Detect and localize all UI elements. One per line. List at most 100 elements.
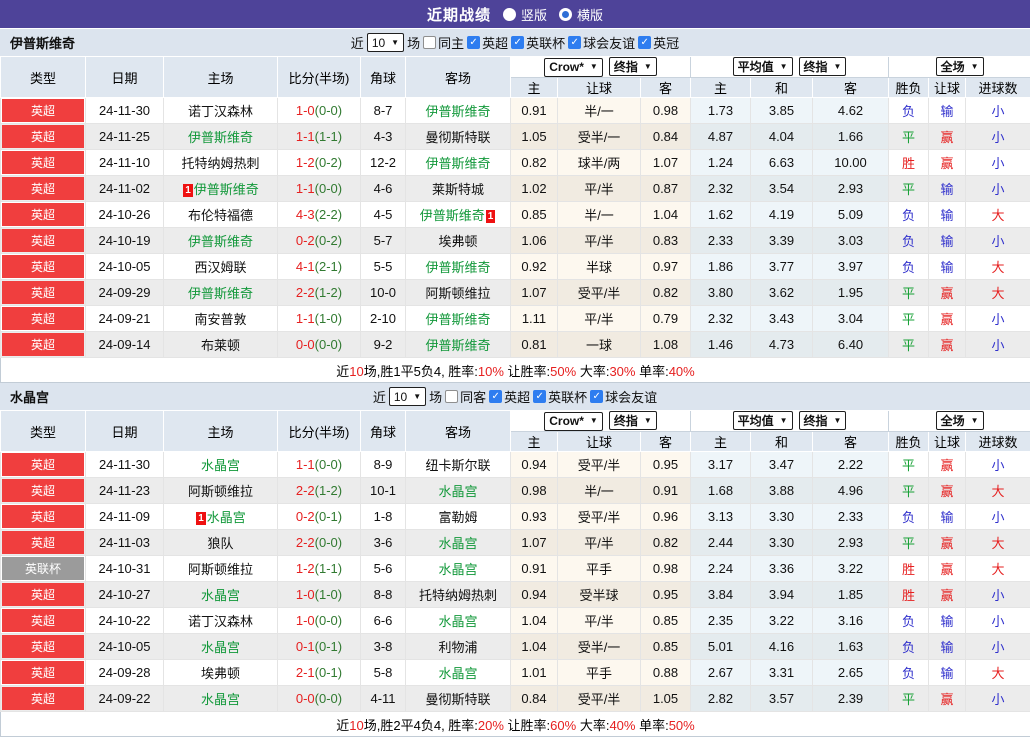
result-goals: 大 [966,280,1030,306]
filter-controls: 近10▼场同主✓英超✓英联杯✓球会友谊✓英冠 [351,33,679,52]
avg-home-odds: 2.32 [691,306,751,332]
avg-away-odds: 5.09 [813,202,889,228]
table-row: 英超24-09-21南安普敦1-1(1-0)2-10伊普斯维奇1.11平/半0.… [1,306,1030,332]
odds-final-select-value: 终指 [614,58,638,75]
column-subheader: 让球 [558,78,641,98]
league-label: 英超 [504,387,530,406]
summary-text: 场,胜2平4负4, 胜率: [364,718,478,733]
score-cell: 2-2(1-2) [278,280,361,306]
match-count-select[interactable]: 10▼ [367,33,404,52]
halftime-score: (0-0) [315,535,342,550]
handicap-line: 平/半 [558,530,641,556]
match-date: 24-11-02 [86,176,164,202]
home-team-cell: 水晶宫 [164,582,278,608]
fulltime-score: 1-2 [296,561,315,576]
league-type-badge: 英超 [2,505,84,528]
league-filter[interactable]: ✓英冠 [638,33,679,52]
summary-text: 让胜率: [504,718,550,733]
column-header: 主场 [164,57,278,98]
table-row: 英超24-11-30水晶宫1-1(0-0)8-9纽卡斯尔联0.94受平/半0.9… [1,452,1030,478]
halftime-score: (0-0) [315,691,342,706]
league-filter[interactable]: ✓英超 [467,33,508,52]
handicap-line: 受平/半 [558,504,641,530]
result-goals: 大 [966,202,1030,228]
odds-final-select[interactable]: 终指▼ [609,57,657,76]
column-subheader: 胜负 [889,432,929,452]
fulltime-score: 1-1 [296,181,315,196]
avg-draw-odds: 3.30 [751,504,813,530]
chevron-down-icon: ▼ [780,417,788,425]
result-goals: 小 [966,634,1030,660]
avg-home-odds: 2.44 [691,530,751,556]
result-wdl: 平 [889,530,929,556]
same-side-filter[interactable]: 同客 [445,387,486,406]
fullmatch-select-group: 全场▼ [889,411,1030,432]
result-handicap: 输 [929,660,966,686]
avg-final-select[interactable]: 终指▼ [799,411,847,430]
fullmatch-select[interactable]: 全场▼ [936,57,984,76]
column-subheader: 主 [691,78,751,98]
avg-source-select[interactable]: 平均值▼ [733,57,793,76]
fulltime-score: 0-0 [296,691,315,706]
handicap-away-odds: 0.88 [641,660,691,686]
result-handicap: 输 [929,98,966,124]
red-card-badge: 1 [196,512,206,525]
near-label: 近 [373,387,386,406]
sections-container: 伊普斯维奇近10▼场同主✓英超✓英联杯✓球会友谊✓英冠类型日期主场比分(半场)角… [0,29,1030,737]
table-row: 英超24-10-22诺丁汉森林1-0(0-0)6-6水晶宫1.04平/半0.85… [1,608,1030,634]
checkbox-icon: ✓ [467,36,480,49]
match-count-select-value: 10 [372,36,385,50]
corner-count: 8-7 [361,98,406,124]
handicap-line: 平/半 [558,306,641,332]
match-count-select[interactable]: 10▼ [389,387,426,406]
result-wdl: 平 [889,306,929,332]
home-team-cell: 伊普斯维奇 [164,280,278,306]
league-type-badge: 英超 [2,151,84,174]
handicap-away-odds: 0.87 [641,176,691,202]
column-header: 角球 [361,57,406,98]
league-filter[interactable]: ✓球会友谊 [568,33,635,52]
league-filter[interactable]: ✓英联杯 [533,387,587,406]
odds-select-group: Crow*▼ 终指▼ [511,57,691,78]
match-type-cell: 英联杯 [1,556,86,582]
handicap-line: 受平/半 [558,280,641,306]
result-wdl: 平 [889,124,929,150]
odds-final-select[interactable]: 终指▼ [609,411,657,430]
corner-count: 1-8 [361,504,406,530]
halftime-score: (1-2) [315,483,342,498]
radio-vertical-option[interactable]: 竖版 [503,5,547,24]
column-subheader: 主 [691,432,751,452]
handicap-line: 受半/一 [558,124,641,150]
away-team-cell: 水晶宫 [406,478,511,504]
league-filter[interactable]: ✓英超 [489,387,530,406]
avg-home-odds: 5.01 [691,634,751,660]
avg-source-select[interactable]: 平均值▼ [733,411,793,430]
odds-source-select[interactable]: Crow*▼ [544,412,603,431]
handicap-away-odds: 0.95 [641,582,691,608]
column-header: 日期 [86,411,164,452]
handicap-home-odds: 0.94 [511,582,558,608]
odds-source-select[interactable]: Crow*▼ [544,58,603,77]
avg-final-select[interactable]: 终指▼ [799,57,847,76]
same-side-filter[interactable]: 同主 [423,33,464,52]
league-type-badge: 英超 [2,203,84,226]
result-handicap: 赢 [929,280,966,306]
result-wdl: 平 [889,686,929,712]
radio-horizontal-option[interactable]: 横版 [559,5,603,24]
league-filter[interactable]: ✓英联杯 [511,33,565,52]
league-filter[interactable]: ✓球会友谊 [590,387,657,406]
score-cell: 2-2(0-0) [278,530,361,556]
column-header: 比分(半场) [278,57,361,98]
home-team-name: 布莱顿 [201,338,240,353]
fulltime-score: 2-1 [296,665,315,680]
result-goals: 大 [966,254,1030,280]
results-table: 类型日期主场比分(半场)角球客场Crow*▼终指▼平均值▼终指▼全场▼主让球客主… [0,410,1030,737]
match-date: 24-10-31 [86,556,164,582]
fullmatch-select[interactable]: 全场▼ [936,411,984,430]
away-team-name: 水晶宫 [438,666,477,681]
avg-draw-odds: 3.30 [751,530,813,556]
score-cell: 2-1(0-1) [278,660,361,686]
avg-select-group: 平均值▼ 终指▼ [691,57,889,78]
league-type-badge: 英超 [2,255,84,278]
handicap-line: 半/一 [558,478,641,504]
